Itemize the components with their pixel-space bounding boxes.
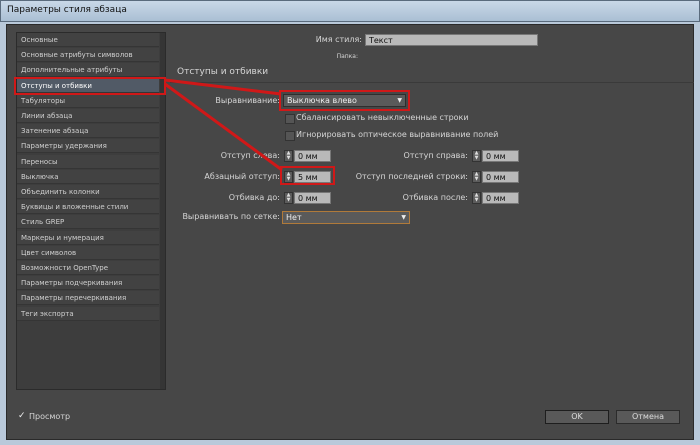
checkmark-icon[interactable]: ✓ [18, 411, 26, 421]
preview-label: Просмотр [29, 412, 71, 421]
arrow-to-indent [164, 82, 283, 172]
arrow-to-alignment [164, 78, 282, 96]
annotation-arrows [164, 78, 283, 172]
ok-button[interactable]: OK [545, 410, 609, 424]
cancel-button[interactable]: Отмена [616, 410, 680, 424]
